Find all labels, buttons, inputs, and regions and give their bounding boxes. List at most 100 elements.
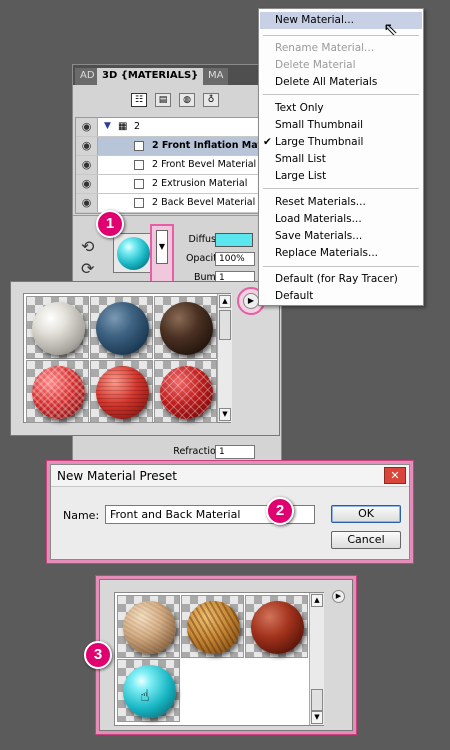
result-scrollbar[interactable]: ▲ ▼ — [309, 593, 324, 725]
eye-icon[interactable]: ◉ — [76, 118, 98, 136]
list-item[interactable]: ◉ 2 Extrusion Material — [76, 175, 280, 194]
hand-pointer-icon: ☝ — [140, 686, 150, 705]
rotate-tool-icon[interactable]: ⟲ — [81, 237, 94, 256]
red-leather-sphere — [251, 601, 304, 654]
diffuse-color-swatch[interactable] — [215, 233, 253, 247]
picker-menu-arrow-icon[interactable]: ▶ — [243, 293, 259, 309]
eye-icon[interactable]: ◉ — [76, 156, 98, 174]
menu-item-default-ray-tracer[interactable]: Default (for Ray Tracer) — [260, 271, 422, 288]
result-swatch-grid: ☝ ▲ ▼ — [114, 592, 324, 726]
menu-item-text-only[interactable]: Text Only — [260, 100, 422, 117]
mouse-pointer-icon: ⇖ — [383, 19, 399, 40]
material-swatch[interactable] — [245, 595, 308, 658]
material-swatch[interactable] — [154, 360, 217, 423]
menu-item-large-thumbnail[interactable]: ✔ Large Thumbnail — [260, 134, 422, 151]
material-icon — [134, 198, 144, 208]
tan-fabric-sphere — [123, 601, 176, 654]
eye-icon[interactable]: ◉ — [76, 194, 98, 212]
material-icon — [134, 160, 144, 170]
menu-item-default[interactable]: Default — [260, 288, 422, 305]
list-item[interactable]: ◉ 2 Front Inflation Mat... — [76, 137, 280, 156]
layer-label: 2 Front Bevel Material — [152, 159, 257, 170]
menu-item-rename-material[interactable]: Rename Material... — [260, 40, 422, 57]
material-sphere — [117, 237, 150, 270]
scroll-down-icon[interactable]: ▼ — [219, 408, 231, 421]
menu-item-save-materials[interactable]: Save Materials... — [260, 228, 422, 245]
red-mesh-sphere — [32, 366, 85, 419]
picker-scrollbar[interactable]: ▲ ▼ — [217, 294, 232, 422]
material-picker-dropdown-button[interactable]: ▼ — [156, 230, 168, 264]
material-swatch[interactable] — [90, 296, 153, 359]
menu-item-delete-material[interactable]: Delete Material — [260, 57, 422, 74]
eye-icon[interactable]: ◉ — [76, 175, 98, 193]
cancel-button[interactable]: Cancel — [331, 531, 401, 549]
scroll-down-icon[interactable]: ▼ — [311, 711, 323, 724]
scene-filter-icon[interactable]: ☷ — [131, 93, 147, 107]
ok-button[interactable]: OK — [331, 505, 401, 523]
menu-item-replace-materials[interactable]: Replace Materials... — [260, 245, 422, 262]
mesh-icon: ▦ — [118, 121, 128, 132]
step-badge-2: 2 — [266, 497, 294, 525]
dialog-title: New Material Preset ✕ — [51, 465, 409, 487]
menu-item-load-materials[interactable]: Load Materials... — [260, 211, 422, 228]
menu-item-large-list[interactable]: Large List — [260, 168, 422, 185]
menu-item-reset-materials[interactable]: Reset Materials... — [260, 194, 422, 211]
dark-wood-sphere — [160, 302, 213, 355]
list-item[interactable]: ◉ 2 Front Bevel Material — [76, 156, 280, 175]
result-picker-panel: ☝ ▲ ▼ ▶ — [99, 579, 353, 731]
filter-toolbar: ☷ ▤ ◍ ♁ — [73, 85, 281, 115]
material-swatch[interactable] — [90, 360, 153, 423]
menu-separator — [263, 35, 419, 36]
result-highlight-frame: ☝ ▲ ▼ ▶ — [95, 575, 357, 735]
expand-triangle-icon[interactable]: ▼ — [104, 121, 111, 131]
step-badge-1: 1 — [96, 210, 124, 238]
picker-menu-arrow-icon[interactable]: ▶ — [332, 590, 345, 603]
menu-item-small-list[interactable]: Small List — [260, 151, 422, 168]
drag-tool-icon[interactable]: ⟳ — [81, 259, 94, 278]
scroll-thumb[interactable] — [219, 310, 231, 340]
layer-label: 2 — [134, 121, 141, 132]
eye-icon[interactable]: ◉ — [76, 137, 98, 155]
material-list: ◉ ▼ ▦ 2 ◉ 2 Front Inflation Mat... ◉ 2 F… — [75, 117, 281, 214]
new-material-preset-dialog: New Material Preset ✕ Name: Front and Ba… — [50, 464, 410, 560]
mesh-filter-icon[interactable]: ▤ — [155, 93, 171, 107]
close-icon[interactable]: ✕ — [384, 467, 406, 484]
menu-item-label: Large Thumbnail — [275, 136, 364, 148]
menu-separator — [263, 266, 419, 267]
tab-3d-materials[interactable]: 3D {MATERIALS} — [97, 68, 204, 85]
menu-separator — [263, 94, 419, 95]
material-swatch[interactable] — [26, 360, 89, 423]
blue-glossy-sphere — [96, 302, 149, 355]
red-weave-sphere — [96, 366, 149, 419]
scroll-thumb[interactable] — [311, 689, 323, 711]
material-swatch[interactable] — [117, 595, 180, 658]
wicker-sphere — [187, 601, 240, 654]
material-icon — [134, 179, 144, 189]
white-matte-sphere — [32, 302, 85, 355]
material-swatch[interactable] — [181, 595, 244, 658]
material-picker-panel: ▲ ▼ ▶ — [10, 281, 280, 436]
layer-label: 2 Front Inflation Mat... — [152, 140, 273, 151]
material-thumbnail[interactable] — [113, 233, 153, 273]
material-swatch[interactable] — [154, 296, 217, 359]
refraction-field[interactable]: 1 — [215, 445, 255, 459]
tab-masks[interactable]: MA — [203, 68, 229, 85]
dialog-title-text: New Material Preset — [57, 469, 177, 483]
light-filter-icon[interactable]: ♁ — [203, 93, 219, 107]
material-filter-icon[interactable]: ◍ — [179, 93, 195, 107]
step-badge-3: 3 — [84, 641, 112, 669]
material-swatch-new[interactable]: ☝ — [117, 659, 180, 722]
menu-item-small-thumbnail[interactable]: Small Thumbnail — [260, 117, 422, 134]
list-item[interactable]: ◉ ▼ ▦ 2 — [76, 118, 280, 137]
scroll-up-icon[interactable]: ▲ — [219, 295, 231, 308]
tab-adjustments[interactable]: AD — [75, 68, 100, 85]
layer-label: 2 Back Bevel Material — [152, 197, 256, 208]
material-picker-highlight: ▼ — [150, 224, 174, 286]
material-icon — [134, 141, 144, 151]
material-swatch[interactable] — [26, 296, 89, 359]
opacity-field[interactable]: 100% — [215, 252, 255, 266]
menu-item-delete-all[interactable]: Delete All Materials — [260, 74, 422, 91]
name-label: Name: — [63, 509, 100, 522]
scroll-up-icon[interactable]: ▲ — [311, 594, 323, 607]
checkmark-icon: ✔ — [263, 136, 272, 148]
